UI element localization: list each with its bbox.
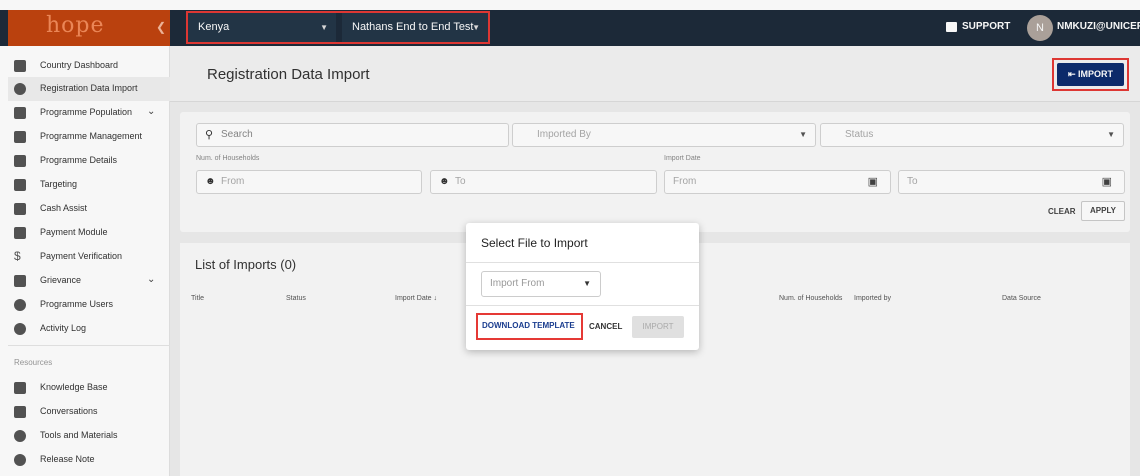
import-from-placeholder: Import From [490, 278, 545, 289]
dialog-divider [466, 305, 699, 306]
download-template-button[interactable]: DOWNLOAD TEMPLATE [482, 321, 575, 330]
dialog-divider [466, 262, 699, 263]
cancel-button[interactable]: CANCEL [589, 322, 622, 331]
chevron-down-icon: ▼ [583, 279, 591, 288]
dialog-import-button[interactable]: IMPORT [632, 316, 684, 338]
import-dialog: Select File to Import Import From ▼ DOWN… [466, 223, 699, 350]
download-template-highlight: DOWNLOAD TEMPLATE [476, 313, 583, 340]
dialog-title: Select File to Import [481, 236, 588, 250]
import-from-select[interactable]: Import From ▼ [481, 271, 601, 297]
